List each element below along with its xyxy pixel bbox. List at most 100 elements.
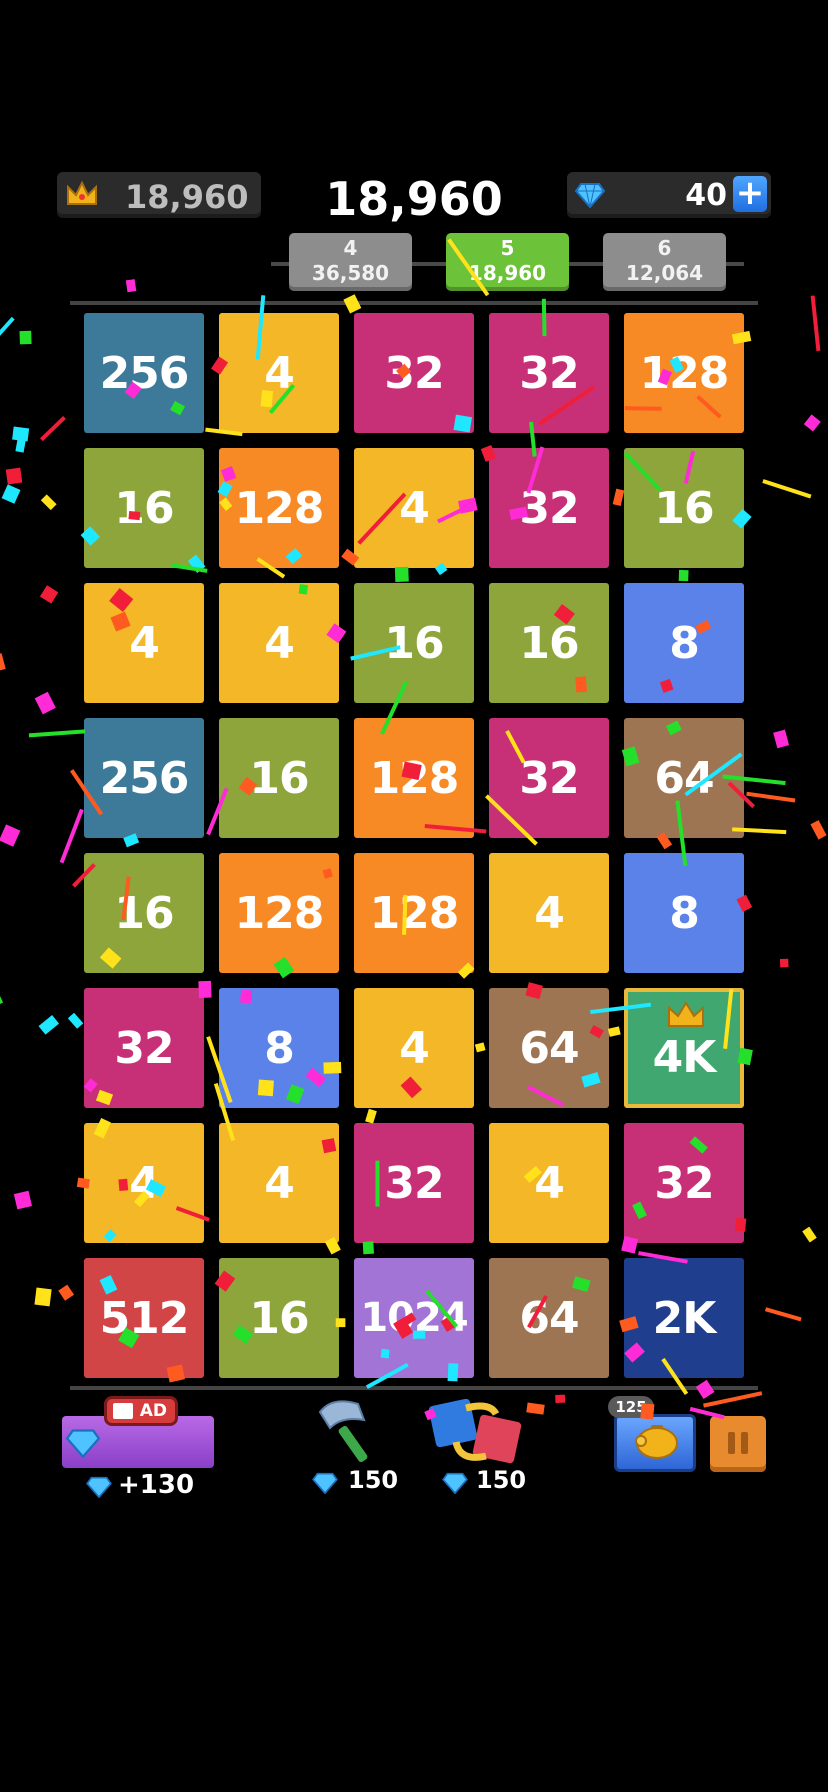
tile-2k[interactable]: 2K [624,1258,744,1378]
tile-value: 128 [369,752,460,804]
tile-32[interactable]: 32 [354,1123,474,1243]
add-gems-button[interactable]: + [733,176,767,212]
confetti-piece [779,958,789,968]
tile-value: 256 [99,752,190,804]
tile-4[interactable]: 4 [489,853,609,973]
tile-256[interactable]: 256 [84,313,204,433]
tile-128[interactable]: 128 [219,448,339,568]
pause-button[interactable] [710,1416,766,1472]
tile-value: 4 [399,482,430,534]
tile-8[interactable]: 8 [624,583,744,703]
board-top-divider [70,301,758,305]
tile-16[interactable]: 16 [219,718,339,838]
tile-32[interactable]: 32 [354,313,474,433]
tile-128[interactable]: 128 [624,313,744,433]
tile-16[interactable]: 16 [84,448,204,568]
swap-icon[interactable] [426,1396,530,1466]
tile-value: 16 [249,752,309,804]
tile-32[interactable]: 32 [489,718,609,838]
confetti-piece [34,691,56,715]
confetti-piece [0,972,4,1005]
ad-badge[interactable]: AD [104,1396,178,1426]
tile-4[interactable]: 4 [219,1123,339,1243]
tile-4[interactable]: 4 [84,1123,204,1243]
piggy-bank-button[interactable] [614,1414,696,1472]
tile-64[interactable]: 64 [489,988,609,1108]
tile-value: 128 [234,887,325,939]
gem-icon [442,1472,468,1494]
tile-4[interactable]: 4 [354,988,474,1108]
level-card-current: 5 18,960 [446,233,569,291]
hammer-icon[interactable] [312,1394,388,1466]
tile-16[interactable]: 16 [84,853,204,973]
tile-value: 4 [264,1157,295,1209]
tile-value: 32 [519,482,579,534]
tile-128[interactable]: 128 [354,853,474,973]
tile-32[interactable]: 32 [84,988,204,1108]
confetti-piece [19,330,32,345]
confetti-piece [13,1190,32,1210]
tile-value: 4 [264,347,295,399]
board-bottom-divider [70,1386,758,1390]
piggy-bank-icon [635,1425,678,1459]
tile-value: 32 [519,752,579,804]
tile-value: 128 [234,482,325,534]
tile-32[interactable]: 32 [489,313,609,433]
tile-16[interactable]: 16 [624,448,744,568]
tile-4[interactable]: 4 [219,313,339,433]
confetti-piece [612,488,625,507]
tile-4k[interactable]: 4K [624,988,744,1108]
confetti-piece [0,824,21,847]
tile-256[interactable]: 256 [84,718,204,838]
confetti-piece [474,1042,486,1053]
tile-4[interactable]: 4 [354,448,474,568]
level-number: 4 [343,236,358,260]
tile-value: 32 [114,1022,174,1074]
gem-icon [66,1429,100,1458]
gem-icon [86,1476,112,1498]
confetti-piece [0,653,6,674]
tile-16[interactable]: 16 [489,583,609,703]
best-score-value: 18,960 [125,178,249,216]
tile-64[interactable]: 64 [624,718,744,838]
tile-4[interactable]: 4 [84,583,204,703]
tile-16[interactable]: 16 [354,583,474,703]
level-number: 5 [500,236,515,260]
tile-value: 32 [384,1157,444,1209]
tile-value: 16 [114,482,174,534]
level-score: 36,580 [311,261,390,285]
tile-128[interactable]: 128 [354,718,474,838]
tile-64[interactable]: 64 [489,1258,609,1378]
level-score: 12,064 [625,261,704,285]
tile-value: 32 [384,347,444,399]
pause-icon-bar [741,1432,748,1454]
tile-value: 64 [654,752,714,804]
tile-value: 128 [369,887,460,939]
tile-1024[interactable]: 1024 [354,1258,474,1378]
tile-8[interactable]: 8 [624,853,744,973]
tile-value: 4 [534,887,565,939]
tile-4[interactable]: 4 [489,1123,609,1243]
level-card-next: 6 12,064 [603,233,726,291]
confetti-piece [607,1026,621,1037]
tile-8[interactable]: 8 [219,988,339,1108]
confetti-piece [15,434,27,453]
tile-32[interactable]: 32 [624,1123,744,1243]
confetti-piece [59,808,84,864]
tile-4[interactable]: 4 [219,583,339,703]
confetti-piece [125,279,137,293]
tile-32[interactable]: 32 [489,448,609,568]
tile-512[interactable]: 512 [84,1258,204,1378]
tile-value: 4 [264,617,295,669]
confetti-piece [40,494,57,511]
confetti-piece [810,820,827,840]
confetti-piece [58,1284,75,1301]
confetti-piece [802,1226,817,1243]
tile-value: 4 [399,1022,430,1074]
tile-16[interactable]: 16 [219,1258,339,1378]
hammer-cost: 150 [348,1466,399,1494]
confetti-piece [38,1015,60,1035]
tile-128[interactable]: 128 [219,853,339,973]
tile-value: 64 [519,1022,579,1074]
tile-value: 4 [129,617,160,669]
